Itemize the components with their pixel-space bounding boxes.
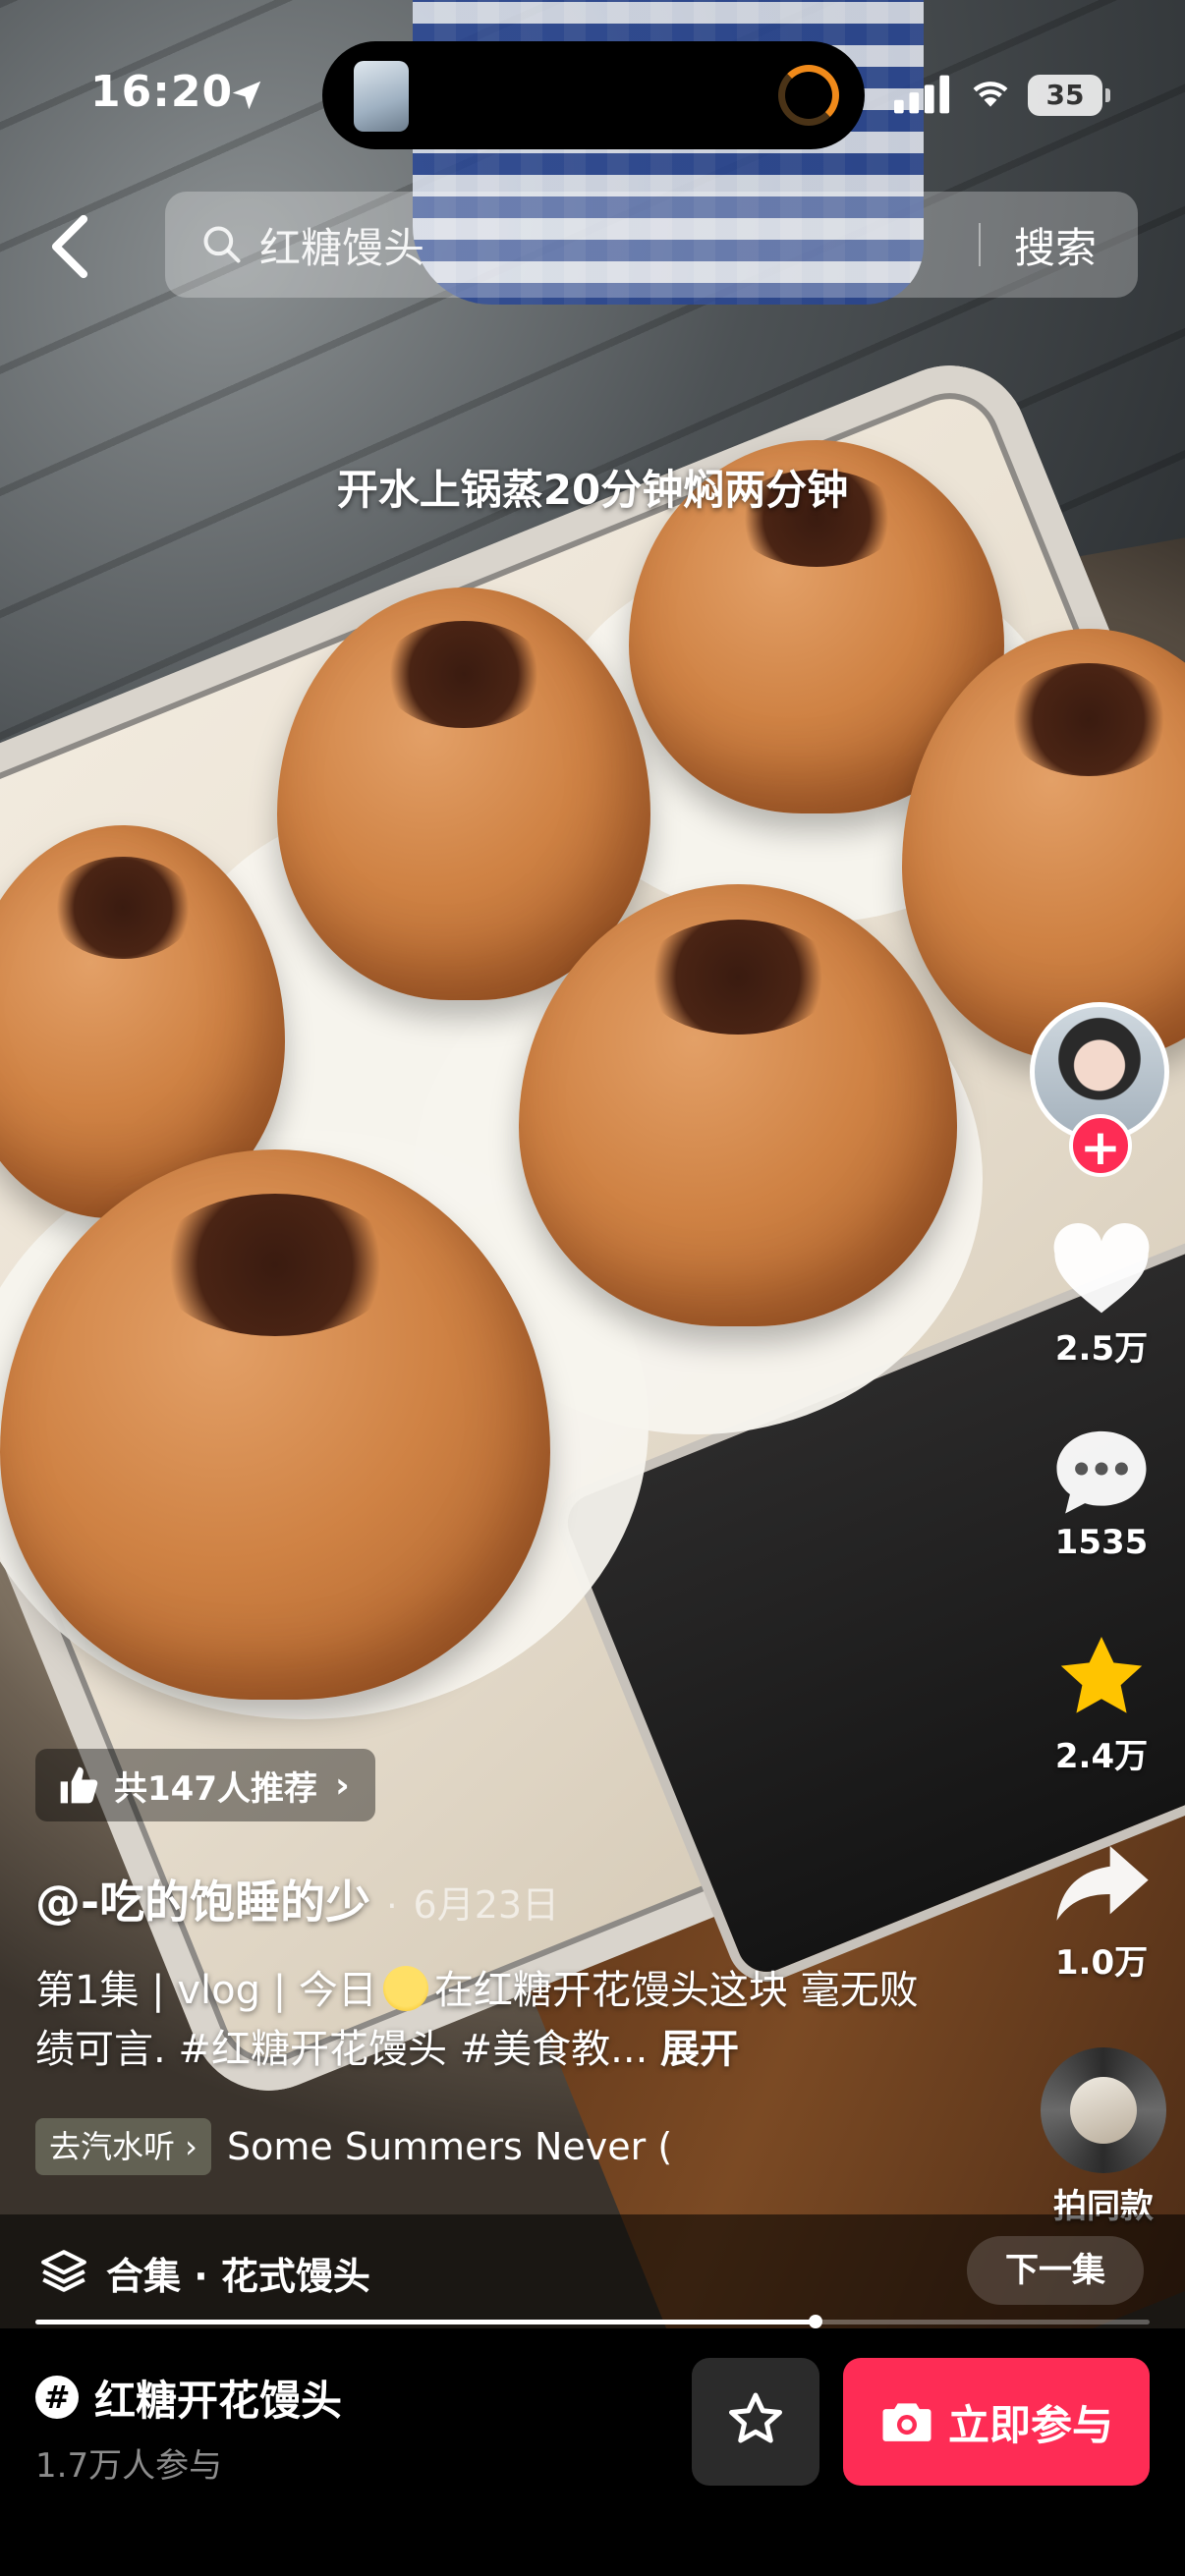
search-bar[interactable]: 红糖馒头 搜索 bbox=[165, 192, 1138, 298]
share-count: 1.0万 bbox=[1054, 1943, 1149, 1983]
post-date: 6月23日 bbox=[413, 1883, 560, 1927]
status-time: 16:20 bbox=[90, 67, 234, 117]
like-button[interactable]: 2.5万 bbox=[1018, 1223, 1185, 1370]
join-label: 立即参与 bbox=[947, 2400, 1113, 2449]
back-icon[interactable] bbox=[45, 212, 94, 281]
video-progress-fill bbox=[35, 2320, 816, 2324]
star-icon bbox=[1060, 1637, 1143, 1713]
next-episode-button[interactable]: 下一集 bbox=[967, 2236, 1144, 2305]
music-title: Some Summers Never ( bbox=[226, 2125, 673, 2168]
playlist-title: 合集 · 花式馒头 bbox=[106, 2255, 370, 2298]
sun-emoji-icon bbox=[382, 1966, 428, 2011]
join-button[interactable]: 立即参与 bbox=[843, 2358, 1150, 2486]
author-line: @-吃的饱睡的少 · 6月23日 bbox=[35, 1867, 559, 1932]
search-input[interactable]: 红糖馒头 bbox=[259, 215, 424, 275]
recommend-chip[interactable]: 共147人推荐 › bbox=[35, 1749, 375, 1821]
dynamic-island[interactable] bbox=[322, 41, 865, 149]
wifi-icon bbox=[973, 82, 1008, 107]
share-icon bbox=[1056, 1846, 1149, 1921]
video-caption: 开水上锅蒸20分钟焖两分钟 bbox=[336, 466, 849, 514]
expand-link[interactable]: 展开 bbox=[660, 2027, 739, 2072]
topic-panel: # 红糖开花馒头 1.7万人参与 立即参与 bbox=[0, 2328, 1185, 2576]
post-description[interactable]: 第1集 | vlog | 今日 在红糖开花馒头这块 毫无败绩可言. #红糖开花馒头… bbox=[35, 1961, 920, 2079]
topic-favorite-button[interactable] bbox=[692, 2358, 819, 2486]
like-count: 2.5万 bbox=[1054, 1329, 1149, 1369]
share-button[interactable]: 1.0万 bbox=[1018, 1837, 1185, 1984]
dot-separator: · bbox=[386, 1886, 398, 1927]
recommend-label: 共147人推荐 bbox=[114, 1768, 317, 1809]
search-icon bbox=[203, 226, 241, 263]
comment-icon bbox=[1056, 1430, 1147, 1514]
status-bar: 16:20 35 bbox=[0, 0, 1185, 187]
search-button[interactable]: 搜索 bbox=[1014, 215, 1097, 275]
follow-button[interactable]: + bbox=[1069, 1114, 1132, 1177]
camera-icon bbox=[882, 2403, 931, 2441]
comment-button[interactable]: 1535 bbox=[1018, 1425, 1185, 1562]
author-name[interactable]: @-吃的饱睡的少 bbox=[35, 1867, 370, 1932]
layers-icon bbox=[41, 2250, 86, 2292]
same-style-button[interactable]: 拍同款 bbox=[1030, 2047, 1177, 2227]
comment-count: 1535 bbox=[1054, 1523, 1149, 1562]
location-arrow-icon bbox=[232, 81, 261, 110]
star-outline-icon bbox=[729, 2392, 782, 2443]
music-line[interactable]: 去汽水听 › Some Summers Never ( bbox=[35, 2118, 672, 2175]
topic-title[interactable]: 红糖开花馒头 bbox=[94, 2368, 342, 2428]
favorite-count: 2.4万 bbox=[1054, 1737, 1149, 1776]
video-progress-knob[interactable] bbox=[808, 2315, 822, 2328]
chevron-right-icon: › bbox=[334, 1764, 350, 1806]
island-album-thumbnail bbox=[354, 61, 409, 132]
island-progress-ring-icon bbox=[778, 65, 839, 126]
battery-indicator: 35 bbox=[1028, 75, 1110, 116]
favorite-button[interactable]: 2.4万 bbox=[1018, 1631, 1185, 1777]
topic-participants: 1.7万人参与 bbox=[35, 2446, 223, 2486]
hashtag-icon: # bbox=[35, 2376, 79, 2419]
playlist-bar[interactable]: 合集 · 花式馒头 下一集 bbox=[0, 2214, 1185, 2332]
heart-icon bbox=[1053, 1223, 1150, 1314]
signal-icon bbox=[894, 75, 950, 114]
music-app-tag[interactable]: 去汽水听 › bbox=[35, 2118, 211, 2175]
search-divider bbox=[979, 223, 981, 266]
video-progress-bar[interactable] bbox=[35, 2315, 1150, 2328]
music-disc-icon bbox=[1041, 2047, 1166, 2173]
thumbs-up-icon bbox=[60, 1766, 98, 1804]
description-text-part1: 第1集 | vlog | 今日 bbox=[35, 1968, 377, 2013]
